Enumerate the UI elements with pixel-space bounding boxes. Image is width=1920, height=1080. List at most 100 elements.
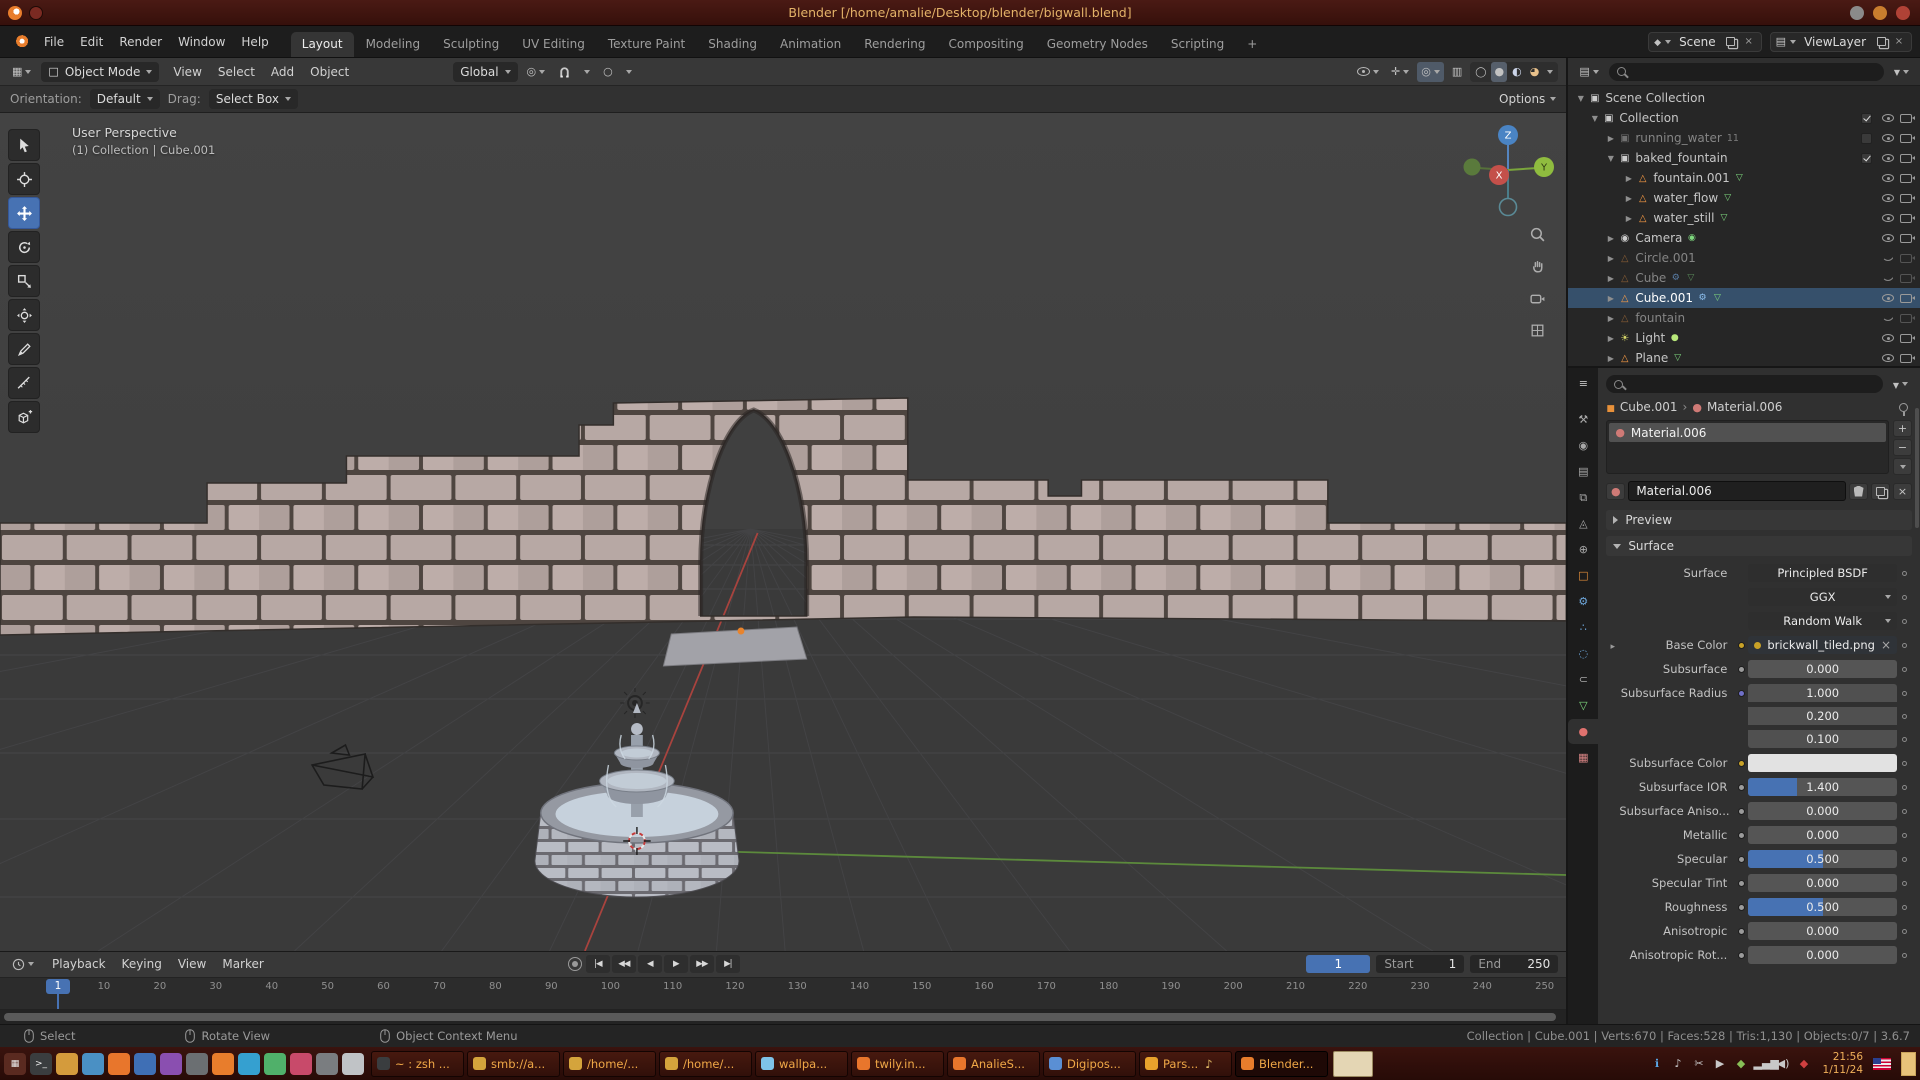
material-slot-list[interactable]: Material.006 xyxy=(1606,420,1889,474)
hide-in-viewport-toggle[interactable] xyxy=(1882,134,1894,142)
mail[interactable] xyxy=(134,1053,156,1075)
maximize-button[interactable] xyxy=(1873,6,1887,20)
view-layer-selector[interactable]: ViewLayer × xyxy=(1770,32,1912,52)
tool-cursor[interactable] xyxy=(8,163,40,195)
outliner-item[interactable]: ▶ Cube ⚙ ▽ xyxy=(1568,268,1920,288)
remove-view-layer-button[interactable]: × xyxy=(1892,35,1906,49)
add-material-slot-button[interactable]: + xyxy=(1893,420,1912,437)
workspace-tab[interactable]: Sculpting xyxy=(432,32,510,57)
plane-object[interactable] xyxy=(663,627,806,666)
xray-toggle[interactable] xyxy=(1448,62,1466,82)
animate-property-dot[interactable] xyxy=(1897,667,1912,672)
web-browser[interactable] xyxy=(108,1053,130,1075)
collection-checkbox[interactable] xyxy=(1861,133,1872,144)
workspace-tab[interactable]: Rendering xyxy=(853,32,936,57)
fake-user-button[interactable] xyxy=(1849,483,1868,500)
property-expand-icon[interactable] xyxy=(1606,638,1619,652)
property-field[interactable]: 0.000 xyxy=(1748,826,1897,844)
collection-checkbox[interactable] xyxy=(1861,153,1872,164)
new-view-layer-button[interactable] xyxy=(1877,37,1886,46)
hide-in-viewport-toggle[interactable] xyxy=(1882,354,1894,362)
physics[interactable]: ◌ xyxy=(1568,641,1598,666)
app-menu[interactable]: ▦ xyxy=(4,1053,26,1075)
drag-dropdown[interactable]: Select Box xyxy=(209,89,298,109)
zoom-button[interactable] xyxy=(1526,223,1548,245)
hide-in-viewport-toggle[interactable] xyxy=(1882,194,1894,202)
material-name-field[interactable]: Material.006 xyxy=(1628,481,1846,501)
object[interactable]: □ xyxy=(1568,563,1598,588)
hide-in-viewport-toggle[interactable] xyxy=(1882,294,1894,302)
properties-filter-button[interactable] xyxy=(1889,374,1912,394)
animate-property-dot[interactable] xyxy=(1897,595,1912,600)
documents[interactable] xyxy=(342,1053,364,1075)
image-editor[interactable] xyxy=(186,1053,208,1075)
clear-texture-icon[interactable] xyxy=(1881,638,1891,652)
hide-in-viewport-toggle[interactable] xyxy=(1882,255,1894,261)
start-frame-field[interactable]: Start1 xyxy=(1376,955,1464,973)
window-menu-icon[interactable] xyxy=(29,6,43,20)
shading-rendered-button[interactable] xyxy=(1527,62,1543,82)
window-titlebar[interactable]: Blender [/home/amalie/Desktop/blender/bi… xyxy=(0,0,1920,26)
mode-dropdown[interactable]: Object Mode xyxy=(41,62,159,82)
taskbar-window-button[interactable]: smb://a... xyxy=(467,1051,560,1077)
current-frame-field[interactable]: 1 xyxy=(1306,955,1370,973)
outliner-item[interactable]: ▶ water_flow ▽ xyxy=(1568,188,1920,208)
disable-in-renders-toggle[interactable] xyxy=(1900,194,1912,203)
overlays-dropdown[interactable] xyxy=(1417,62,1444,82)
music[interactable] xyxy=(290,1053,312,1075)
material-slot[interactable]: Material.006 xyxy=(1609,423,1886,442)
pan-hand-button[interactable] xyxy=(1526,255,1548,277)
disable-in-renders-toggle[interactable] xyxy=(1900,294,1912,303)
taskbar-window-button[interactable]: /home/... xyxy=(563,1051,656,1077)
scrollbar-thumb[interactable] xyxy=(4,1013,1556,1021)
timeline-menu-item[interactable]: Playback xyxy=(44,957,114,971)
disable-in-renders-toggle[interactable] xyxy=(1900,174,1912,183)
outliner-item-label[interactable]: baked_fountain xyxy=(1635,151,1727,165)
outliner-item-label[interactable]: Plane xyxy=(1635,351,1668,365)
hide-in-viewport-toggle[interactable] xyxy=(1882,234,1894,242)
auto-keying-toggle[interactable] xyxy=(568,957,582,971)
main-menu-item[interactable]: Window xyxy=(170,35,233,49)
outliner-item-label[interactable]: Light xyxy=(1635,331,1665,345)
breadcrumb-object[interactable]: Cube.001 xyxy=(1620,400,1678,414)
animate-property-dot[interactable] xyxy=(1897,643,1912,648)
property-field[interactable]: 0.000 xyxy=(1748,946,1897,964)
outliner-search-input[interactable] xyxy=(1631,65,1876,79)
properties-search-input[interactable] xyxy=(1628,377,1875,391)
animate-property-dot[interactable] xyxy=(1897,714,1912,719)
media-indicator-icon[interactable]: ♪ xyxy=(1670,1057,1687,1070)
expand-toggle-icon[interactable]: ▼ xyxy=(1604,154,1617,163)
outliner-item-label[interactable]: Cube.001 xyxy=(1635,291,1693,305)
terminal[interactable]: >_ xyxy=(30,1053,52,1075)
breadcrumb-material[interactable]: Material.006 xyxy=(1707,400,1782,414)
scene[interactable]: ◬ xyxy=(1568,511,1598,536)
outliner-item[interactable]: ▶ Circle.001 xyxy=(1568,248,1920,268)
outliner-item[interactable]: ▶ water_still ▽ xyxy=(1568,208,1920,228)
world[interactable]: ⊕ xyxy=(1568,537,1598,562)
navigation-gizmo[interactable]: Z Y X xyxy=(1462,121,1554,217)
player-icon[interactable]: ▶ xyxy=(1712,1057,1729,1070)
snap-toggle[interactable] xyxy=(554,62,575,82)
tool-scale[interactable] xyxy=(8,265,40,297)
property-field[interactable]: 0.000 xyxy=(1748,922,1897,940)
viewport-menu-item[interactable]: Object xyxy=(302,65,357,79)
outliner-filter-button[interactable] xyxy=(1890,62,1913,82)
surface-panel-header[interactable]: Surface xyxy=(1606,536,1912,556)
timeline-playhead[interactable]: 1 xyxy=(46,979,70,1010)
shading-solid-button[interactable] xyxy=(1491,62,1507,82)
settings[interactable] xyxy=(316,1053,338,1075)
property-field[interactable]: GGX xyxy=(1748,588,1897,606)
taskbar-window-button[interactable]: Blender... xyxy=(1235,1051,1328,1077)
shading-material-button[interactable] xyxy=(1509,62,1525,82)
untitled-window-button[interactable] xyxy=(1333,1051,1373,1077)
outliner-item-label[interactable]: water_still xyxy=(1653,211,1714,225)
object-visibility-dropdown[interactable] xyxy=(1353,62,1383,82)
expand-toggle-icon[interactable]: ▶ xyxy=(1622,174,1635,183)
properties-editor-type-button[interactable] xyxy=(1568,372,1598,394)
transform-orientation-dropdown[interactable]: Global xyxy=(453,62,517,82)
outliner-editor-type-button[interactable] xyxy=(1575,62,1602,82)
expand-toggle-icon[interactable]: ▶ xyxy=(1604,294,1617,303)
property-field[interactable]: 0.500 xyxy=(1748,850,1897,868)
outliner-search[interactable] xyxy=(1609,63,1884,81)
timeline-menu-item[interactable]: View xyxy=(170,957,214,971)
